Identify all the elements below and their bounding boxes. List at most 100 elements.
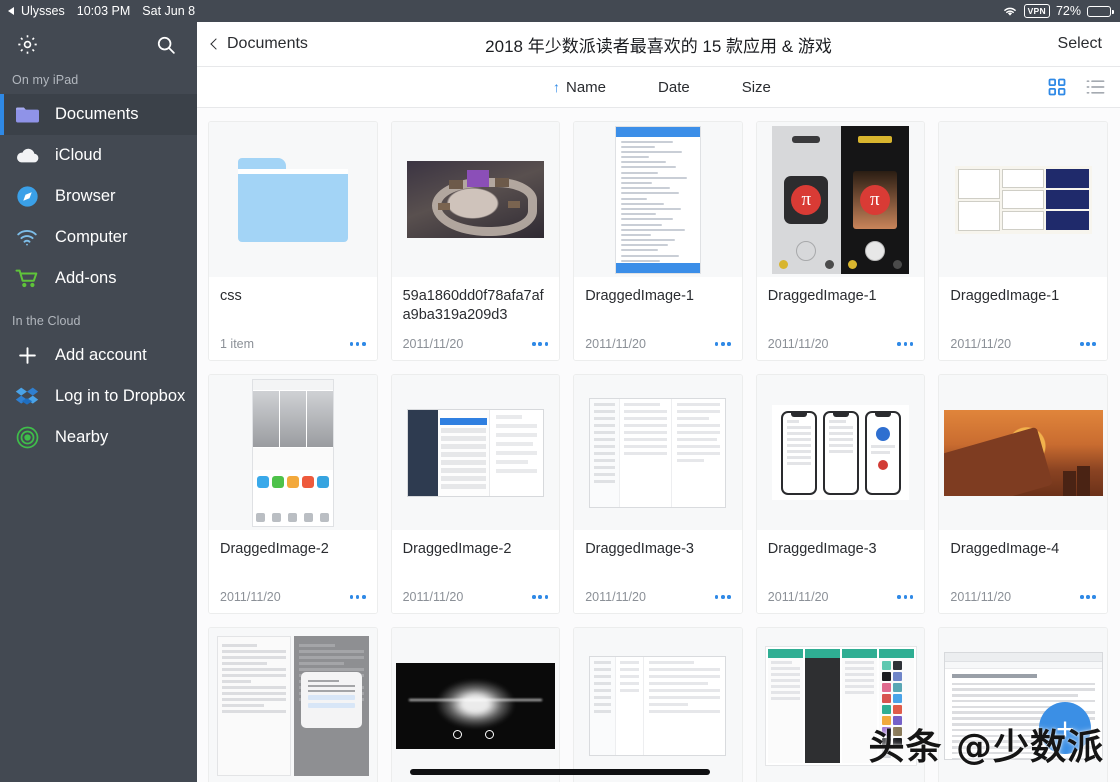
ios-app-screenshot-thumb (251, 378, 334, 527)
more-options-icon[interactable] (340, 590, 366, 604)
more-options-icon[interactable] (705, 337, 731, 351)
file-tile[interactable] (573, 627, 743, 782)
navigation-bar: Documents 2018 年少数派读者最喜欢的 15 款应用 & 游戏 Se… (197, 22, 1120, 67)
web-doc-screenshot-thumb (589, 655, 727, 756)
sidebar-item-add-ons[interactable]: Add-ons (0, 258, 197, 299)
sunset-landscape-thumb (943, 409, 1103, 496)
file-meta-text: 2011/11/20 (402, 590, 464, 604)
more-options-icon[interactable] (340, 337, 366, 351)
sort-option-date[interactable]: Date (632, 79, 716, 96)
file-thumbnail: π π (756, 122, 925, 277)
file-thumbnail (574, 628, 742, 782)
more-options-icon[interactable] (522, 590, 549, 604)
file-thumbnail (391, 628, 560, 782)
file-tile[interactable]: 59a1860dd0f78afa7afa9ba319a209d3 2011/11… (390, 121, 561, 361)
back-button[interactable]: Documents (209, 35, 308, 53)
file-name: DraggedImage-2 (402, 541, 512, 557)
cart-icon (14, 267, 40, 291)
file-thumbnail (391, 375, 560, 530)
home-indicator[interactable] (410, 769, 710, 775)
dropbox-icon (14, 385, 40, 409)
web-app-screenshot-thumb (589, 397, 727, 508)
sidebar-item-add-account[interactable]: Log in to Dropbox Add account (0, 335, 197, 376)
file-meta-text: 2011/11/20 (767, 337, 829, 351)
cloud-icon (14, 144, 40, 168)
more-options-icon[interactable] (1070, 337, 1096, 351)
folder-thumb-icon (237, 157, 348, 242)
status-date: Sat Jun 8 (142, 4, 196, 18)
sidebar-item-icloud[interactable]: iCloud (0, 135, 197, 176)
file-tile[interactable]: DraggedImage-3 2011/11/20 (573, 374, 743, 614)
file-meta-row: 2011/11/20 (403, 590, 549, 613)
triangle-left-icon[interactable] (8, 7, 14, 15)
sort-option-size[interactable]: Size (716, 79, 797, 96)
file-meta-text: 1 item (220, 337, 255, 351)
file-tile[interactable]: DraggedImage-4 2011/11/20 (938, 374, 1108, 614)
file-thumbnail (391, 122, 560, 277)
file-tile[interactable]: DraggedImage-2 2011/11/20 (390, 374, 561, 614)
sidebar-item-label: iCloud (55, 146, 102, 164)
search-icon[interactable] (153, 32, 179, 58)
sidebar-item-label: Computer (55, 228, 128, 246)
list-view-icon[interactable] (1085, 77, 1105, 97)
more-options-icon[interactable] (1070, 590, 1096, 604)
file-info: DraggedImage-3 2011/11/20 (574, 530, 742, 613)
grid-view-icon[interactable] (1047, 77, 1067, 97)
status-bar: Ulysses 10:03 PM Sat Jun 8 VPN 72% (0, 0, 1120, 22)
status-back-app-label[interactable]: Ulysses (21, 4, 65, 18)
more-options-icon[interactable] (522, 337, 549, 351)
file-tile[interactable] (208, 627, 378, 782)
file-meta-row: 2011/11/20 (950, 590, 1096, 613)
battery-icon (1087, 5, 1114, 17)
sidebar-item-label: Browser (55, 187, 116, 205)
sidebar-section-header-on-my-ipad: On my iPad (12, 73, 79, 87)
file-grid-scroll[interactable]: css 1 item 59a1860dd0f78afa7afa9ba319a20… (197, 108, 1120, 782)
more-options-icon[interactable] (887, 337, 914, 351)
sidebar-item-label: Nearby (55, 428, 109, 446)
file-tile[interactable] (938, 627, 1108, 782)
sort-option-name[interactable]: ↑ Name (527, 79, 632, 96)
file-name: DraggedImage-1 (585, 288, 695, 304)
sidebar-item-nearby[interactable]: Nearby (0, 417, 197, 458)
file-tile[interactable]: DraggedImage-3 2011/11/20 (755, 374, 926, 614)
sidebar-item-documents[interactable]: Documents (0, 94, 197, 135)
gear-icon[interactable] (14, 32, 40, 58)
compass-icon (14, 185, 40, 209)
file-thumbnail (209, 375, 377, 530)
file-tile[interactable] (755, 627, 926, 782)
file-meta-text: 2011/11/20 (767, 590, 829, 604)
sort-options: ↑ Name Date Size (527, 79, 797, 96)
file-meta-row: 2011/11/20 (403, 337, 549, 360)
sidebar-item-label: Log in to Dropbox (55, 387, 186, 405)
sidebar: On my iPad Documents iCloud Browser Comp… (0, 22, 197, 782)
status-time: 10:03 PM (76, 4, 131, 18)
chevron-left-icon (210, 38, 222, 50)
plus-icon (14, 344, 40, 368)
wifi-icon (1002, 5, 1018, 17)
file-name: DraggedImage-4 (950, 541, 1060, 557)
file-info: DraggedImage-1 2011/11/20 (939, 277, 1107, 360)
status-bar-left: Ulysses 10:03 PM Sat Jun 8 (8, 4, 195, 18)
sidebar-item-dropbox[interactable]: Log in to Dropbox (0, 376, 197, 417)
sidebar-item-browser[interactable]: Browser (0, 176, 197, 217)
file-tile[interactable] (390, 627, 561, 782)
select-button[interactable]: Select (1058, 35, 1102, 53)
sidebar-item-computer[interactable]: Computer (0, 217, 197, 258)
dark-game-screenshot-thumb (395, 662, 555, 749)
more-options-icon[interactable] (705, 590, 731, 604)
file-name: DraggedImage-3 (767, 541, 877, 557)
file-thumbnail (939, 375, 1107, 530)
file-meta-row: 2011/11/20 (220, 590, 366, 613)
file-tile[interactable]: DraggedImage-1 2011/11/20 (938, 121, 1108, 361)
add-button[interactable]: + (1039, 702, 1091, 754)
file-tile[interactable]: DraggedImage-2 2011/11/20 (208, 374, 378, 614)
file-tile[interactable]: DraggedImage-1 2011/11/20 (573, 121, 743, 361)
sort-ascending-arrow-icon: ↑ (553, 79, 560, 95)
file-tile[interactable]: css 1 item (208, 121, 378, 361)
code-screenshot-thumb (614, 125, 701, 274)
file-tile[interactable]: π π DraggedImage-1 2011/11/20 (755, 121, 926, 361)
more-options-icon[interactable] (887, 590, 914, 604)
comic-panels-thumb (954, 165, 1092, 234)
file-thumbnail (574, 122, 742, 277)
file-meta-text: 2011/11/20 (402, 337, 464, 351)
